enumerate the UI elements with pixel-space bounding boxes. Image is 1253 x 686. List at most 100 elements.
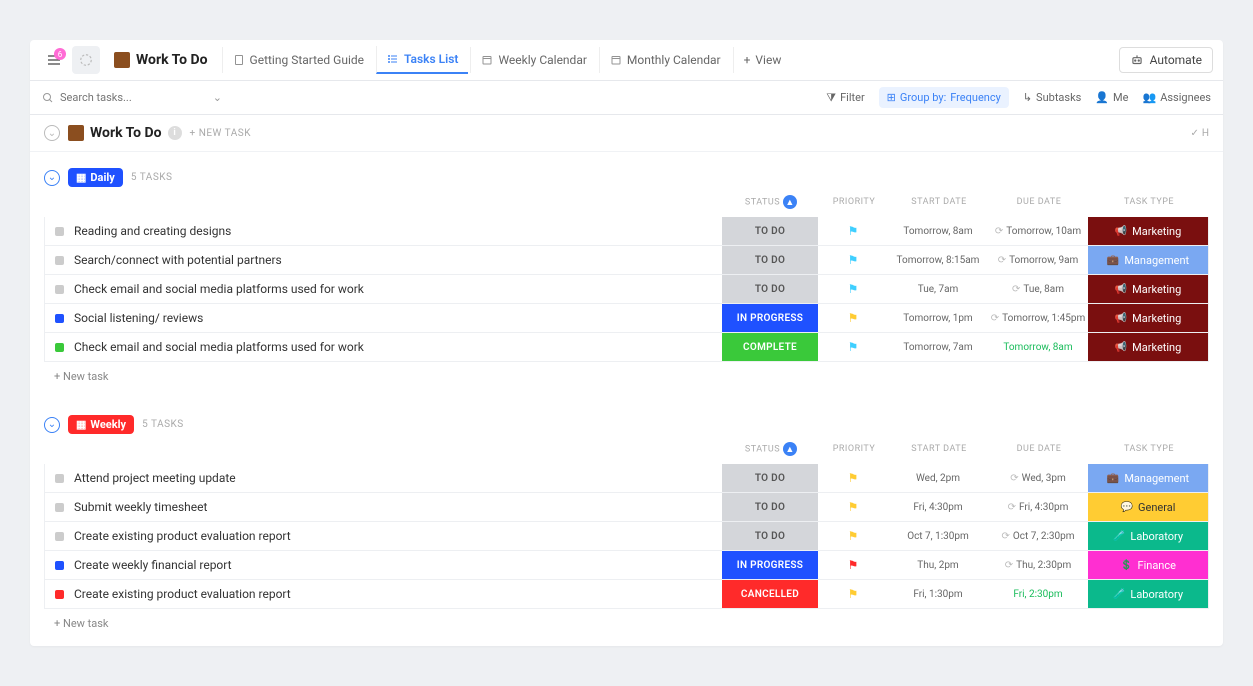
task-type-cell[interactable]: 🧪Laboratory	[1088, 522, 1208, 550]
task-type-cell[interactable]: 📢Marketing	[1088, 217, 1208, 245]
task-title-cell[interactable]: Social listening/ reviews	[45, 304, 722, 332]
status-cell[interactable]: TO DO	[722, 275, 818, 303]
new-task-row-button[interactable]: + New task	[44, 362, 1209, 391]
task-type-cell[interactable]: 📢Marketing	[1088, 333, 1208, 361]
due-date-cell[interactable]: ⟳Tue, 8am	[988, 275, 1088, 303]
task-title-cell[interactable]: Create existing product evaluation repor…	[45, 580, 722, 608]
me-filter-button[interactable]: 👤 Me	[1095, 91, 1128, 104]
task-row[interactable]: Reading and creating designs TO DO ⚑ Tom…	[44, 217, 1209, 246]
start-date-cell[interactable]: Oct 7, 1:30pm	[888, 522, 988, 550]
start-date-cell[interactable]: Tue, 7am	[888, 275, 988, 303]
task-row[interactable]: Check email and social media platforms u…	[44, 275, 1209, 304]
due-date-cell[interactable]: Fri, 2:30pm	[988, 580, 1088, 608]
due-date-header[interactable]: DUE DATE	[989, 444, 1089, 454]
status-cell[interactable]: TO DO	[722, 493, 818, 521]
task-type-header[interactable]: TASK TYPE	[1089, 197, 1209, 207]
due-date-cell[interactable]: ⟳Tomorrow, 9am	[988, 246, 1088, 274]
status-cell[interactable]: TO DO	[722, 246, 818, 274]
task-type-header[interactable]: TASK TYPE	[1089, 444, 1209, 454]
start-date-cell[interactable]: Tomorrow, 1pm	[888, 304, 988, 332]
status-cell[interactable]: IN PROGRESS	[722, 304, 818, 332]
start-date-header[interactable]: START DATE	[889, 444, 989, 454]
task-title-cell[interactable]: Reading and creating designs	[45, 217, 722, 245]
priority-cell[interactable]: ⚑	[818, 551, 888, 579]
start-date-cell[interactable]: Fri, 1:30pm	[888, 580, 988, 608]
tab-weekly-calendar[interactable]: Weekly Calendar	[470, 47, 596, 73]
priority-header[interactable]: PRIORITY	[819, 444, 889, 454]
search-input[interactable]	[60, 91, 207, 104]
due-date-cell[interactable]: ⟳Thu, 2:30pm	[988, 551, 1088, 579]
task-type-cell[interactable]: 💼Management	[1088, 246, 1208, 274]
status-header[interactable]: STATUS▲	[723, 195, 819, 209]
task-type-cell[interactable]: 💼Management	[1088, 464, 1208, 492]
priority-cell[interactable]: ⚑	[818, 217, 888, 245]
status-cell[interactable]: CANCELLED	[722, 580, 818, 608]
priority-cell[interactable]: ⚑	[818, 522, 888, 550]
priority-header[interactable]: PRIORITY	[819, 197, 889, 207]
due-date-cell[interactable]: ⟳Wed, 3pm	[988, 464, 1088, 492]
task-type-cell[interactable]: 💬General	[1088, 493, 1208, 521]
start-date-cell[interactable]: Wed, 2pm	[888, 464, 988, 492]
task-title-cell[interactable]: Check email and social media platforms u…	[45, 275, 722, 303]
assignees-filter-button[interactable]: 👥 Assignees	[1142, 91, 1211, 104]
start-date-cell[interactable]: Tomorrow, 8am	[888, 217, 988, 245]
hamburger-menu-button[interactable]: 6	[40, 46, 68, 74]
task-title-cell[interactable]: Create existing product evaluation repor…	[45, 522, 722, 550]
tab-monthly-calendar[interactable]: Monthly Calendar	[599, 47, 731, 73]
status-cell[interactable]: TO DO	[722, 217, 818, 245]
task-title-cell[interactable]: Attend project meeting update	[45, 464, 722, 492]
task-title-cell[interactable]: Create weekly financial report	[45, 551, 722, 579]
due-date-cell[interactable]: ⟳Tomorrow, 1:45pm	[988, 304, 1088, 332]
tab-getting-started[interactable]: Getting Started Guide	[222, 47, 374, 73]
collapse-group-button[interactable]: ⌄	[44, 417, 60, 433]
chevron-down-icon[interactable]: ⌄	[213, 91, 222, 104]
status-cell[interactable]: COMPLETE	[722, 333, 818, 361]
due-date-cell[interactable]: Tomorrow, 8am	[988, 333, 1088, 361]
priority-cell[interactable]: ⚑	[818, 464, 888, 492]
workspace-title[interactable]: Work To Do	[104, 52, 218, 68]
start-date-cell[interactable]: Thu, 2pm	[888, 551, 988, 579]
task-row[interactable]: Attend project meeting update TO DO ⚑ We…	[44, 464, 1209, 493]
task-type-cell[interactable]: 🧪Laboratory	[1088, 580, 1208, 608]
subtasks-button[interactable]: ↳ Subtasks	[1023, 91, 1082, 104]
start-date-cell[interactable]: Tomorrow, 8:15am	[888, 246, 988, 274]
group-by-button[interactable]: ⊞ Group by: Frequency	[879, 87, 1009, 108]
task-row[interactable]: Submit weekly timesheet TO DO ⚑ Fri, 4:3…	[44, 493, 1209, 522]
status-cell[interactable]: IN PROGRESS	[722, 551, 818, 579]
task-row[interactable]: Search/connect with potential partners T…	[44, 246, 1209, 275]
priority-cell[interactable]: ⚑	[818, 493, 888, 521]
new-task-row-button[interactable]: + New task	[44, 609, 1209, 638]
due-date-cell[interactable]: ⟳Fri, 4:30pm	[988, 493, 1088, 521]
task-type-cell[interactable]: 📢Marketing	[1088, 304, 1208, 332]
due-date-cell[interactable]: ⟳Oct 7, 2:30pm	[988, 522, 1088, 550]
priority-cell[interactable]: ⚑	[818, 333, 888, 361]
automate-button[interactable]: Automate	[1119, 47, 1213, 73]
new-task-button[interactable]: + NEW TASK	[190, 128, 251, 139]
status-header[interactable]: STATUS▲	[723, 442, 819, 456]
task-row[interactable]: Check email and social media platforms u…	[44, 333, 1209, 362]
task-row[interactable]: Create existing product evaluation repor…	[44, 580, 1209, 609]
task-title-cell[interactable]: Submit weekly timesheet	[45, 493, 722, 521]
priority-cell[interactable]: ⚑	[818, 580, 888, 608]
task-row[interactable]: Social listening/ reviews IN PROGRESS ⚑ …	[44, 304, 1209, 333]
task-type-cell[interactable]: 📢Marketing	[1088, 275, 1208, 303]
start-date-cell[interactable]: Fri, 4:30pm	[888, 493, 988, 521]
status-cell[interactable]: TO DO	[722, 464, 818, 492]
task-title-cell[interactable]: Check email and social media platforms u…	[45, 333, 722, 361]
list-title[interactable]: Work To Do i	[68, 125, 182, 141]
info-icon[interactable]: i	[168, 126, 182, 140]
status-cell[interactable]: TO DO	[722, 522, 818, 550]
task-row[interactable]: Create existing product evaluation repor…	[44, 522, 1209, 551]
due-date-cell[interactable]: ⟳Tomorrow, 10am	[988, 217, 1088, 245]
start-date-cell[interactable]: Tomorrow, 7am	[888, 333, 988, 361]
collapse-group-button[interactable]: ⌄	[44, 170, 60, 186]
hide-columns-button[interactable]: ✓ H	[1190, 128, 1209, 139]
task-title-cell[interactable]: Search/connect with potential partners	[45, 246, 722, 274]
add-view-button[interactable]: + View	[733, 47, 792, 73]
start-date-header[interactable]: START DATE	[889, 197, 989, 207]
priority-cell[interactable]: ⚑	[818, 304, 888, 332]
priority-cell[interactable]: ⚑	[818, 246, 888, 274]
search-input-wrapper[interactable]: ⌄	[42, 91, 222, 104]
due-date-header[interactable]: DUE DATE	[989, 197, 1089, 207]
collapse-all-button[interactable]: ⌄	[44, 125, 60, 141]
